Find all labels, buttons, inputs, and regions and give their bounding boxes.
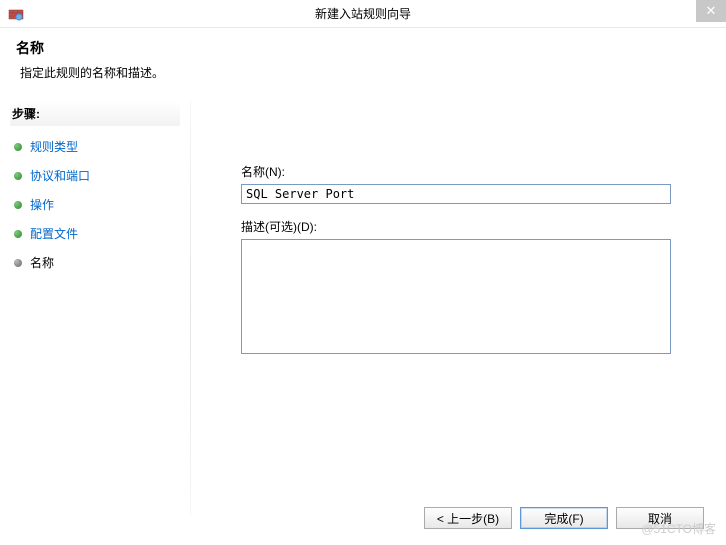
description-input[interactable] [241,239,671,354]
step-bullet-icon [14,172,22,180]
page-subtitle: 指定此规则的名称和描述。 [16,64,710,81]
step-label: 操作 [30,196,54,213]
wizard-body: 步骤: 规则类型 协议和端口 操作 配置文件 名称 名称(N): 描述(可选)(… [0,93,726,523]
name-label: 名称(N): [241,163,696,180]
step-label: 协议和端口 [30,167,90,184]
step-bullet-icon [14,143,22,151]
step-label: 规则类型 [30,138,78,155]
window-title: 新建入站规则向导 [315,5,411,22]
step-name[interactable]: 名称 [10,248,180,277]
step-protocol-ports[interactable]: 协议和端口 [10,161,180,190]
titlebar: 新建入站规则向导 ✕ [0,0,726,28]
wizard-header: 名称 指定此规则的名称和描述。 [0,28,726,93]
description-label: 描述(可选)(D): [241,218,696,235]
step-label: 配置文件 [30,225,78,242]
step-action[interactable]: 操作 [10,190,180,219]
firewall-icon [8,6,24,22]
step-rule-type[interactable]: 规则类型 [10,132,180,161]
page-title: 名称 [16,38,710,58]
wizard-footer: < 上一步(B) 完成(F) 取消 [424,507,704,529]
step-profile[interactable]: 配置文件 [10,219,180,248]
step-bullet-icon [14,201,22,209]
back-button[interactable]: < 上一步(B) [424,507,512,529]
finish-button[interactable]: 完成(F) [520,507,608,529]
steps-heading: 步骤: [10,101,180,126]
name-input[interactable] [241,184,671,204]
cancel-button[interactable]: 取消 [616,507,704,529]
step-bullet-icon [14,230,22,238]
close-button[interactable]: ✕ [696,0,726,22]
step-label: 名称 [30,254,54,271]
form-panel: 名称(N): 描述(可选)(D): [191,93,726,523]
step-bullet-icon [14,259,22,267]
steps-sidebar: 步骤: 规则类型 协议和端口 操作 配置文件 名称 [0,93,190,523]
